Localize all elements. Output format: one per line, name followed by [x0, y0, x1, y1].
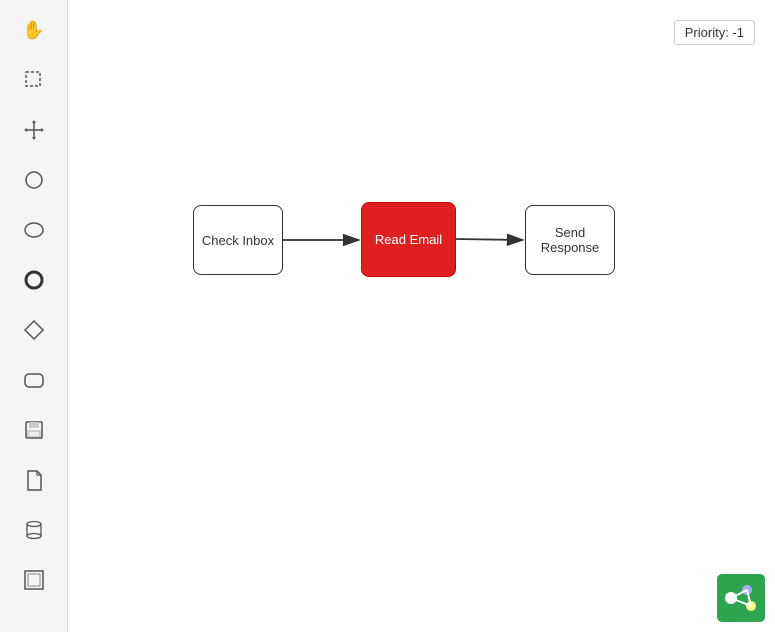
node-check-inbox-label: Check Inbox: [202, 233, 274, 248]
rounded-rect-tool[interactable]: [12, 358, 56, 402]
node-send-response[interactable]: Send Response: [525, 205, 615, 275]
bold-circle-tool[interactable]: [12, 258, 56, 302]
cylinder-tool[interactable]: [12, 508, 56, 552]
main-canvas: Priority: -1 Check Inbox Read Email: [68, 0, 775, 632]
select-tool[interactable]: [12, 58, 56, 102]
sidebar: ✋: [0, 0, 68, 632]
arrows-svg: [68, 0, 775, 632]
node-send-response-label: Send Response: [526, 225, 614, 255]
node-check-inbox[interactable]: Check Inbox: [193, 205, 283, 275]
node-read-email-label: Read Email: [375, 232, 442, 247]
frame-tool[interactable]: [12, 558, 56, 602]
diamond-tool[interactable]: [12, 308, 56, 352]
doc-tool[interactable]: [12, 458, 56, 502]
diagram: Check Inbox Read Email Send Response: [68, 0, 775, 632]
logo: [717, 574, 765, 622]
circle-outline-tool[interactable]: [12, 158, 56, 202]
save-icon[interactable]: [12, 408, 56, 452]
node-read-email[interactable]: Read Email: [361, 202, 456, 277]
hand-tool[interactable]: ✋: [12, 8, 56, 52]
move-tool[interactable]: [12, 108, 56, 152]
oval-tool[interactable]: [12, 208, 56, 252]
